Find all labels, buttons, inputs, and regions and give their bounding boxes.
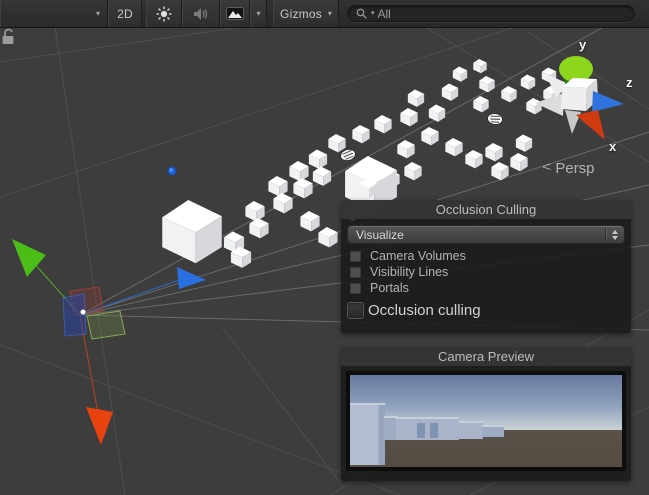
preview-building <box>350 403 385 466</box>
audio-toggle-button[interactable] <box>182 0 220 27</box>
occlusion-culling-checkbox[interactable] <box>347 302 364 319</box>
effects-dropdown-button[interactable]: ▾ <box>250 0 267 27</box>
plane-handle-xy[interactable] <box>87 311 125 339</box>
camera-preview-frame <box>346 371 626 471</box>
gizmo-center-cube[interactable] <box>561 87 587 111</box>
persp-label: Persp <box>555 160 594 177</box>
2d-toggle-button[interactable]: 2D <box>108 0 142 27</box>
checkbox[interactable] <box>350 267 361 278</box>
camera-preview-panel: Camera Preview <box>341 347 631 481</box>
camera-preview-header: Camera Preview <box>341 347 631 366</box>
grid-line <box>0 27 560 197</box>
scene-toolbar: ▾ 2D <box>0 0 649 28</box>
grid-line <box>55 27 125 495</box>
grid-line <box>222 327 345 489</box>
occlusion-option-row[interactable]: Camera Volumes <box>341 248 631 264</box>
camera-preview-image <box>350 375 622 467</box>
image-effects-icon <box>226 7 244 20</box>
gizmos-dropdown-button[interactable]: Gizmos ▾ <box>273 0 339 27</box>
axis-z-label[interactable]: z <box>626 75 633 90</box>
magnifier-icon <box>356 8 368 20</box>
chevron-down-icon: ▾ <box>328 10 332 18</box>
search-input[interactable] <box>378 7 626 21</box>
gizmo-cone-y-cap[interactable] <box>559 56 593 82</box>
unity-scene-view: { "toolbar": { "draw_mode": {"caret": "▾… <box>0 0 649 495</box>
gizmo-cone-z[interactable] <box>592 91 624 112</box>
occlusion-culling-label: Occlusion culling <box>368 302 481 319</box>
effects-toggle-button[interactable] <box>220 0 250 27</box>
gizmo-cone-x[interactable] <box>576 110 605 140</box>
hand-cursor-icon <box>487 112 504 125</box>
occlusion-panel-header: Occlusion Culling <box>341 200 631 219</box>
preview-building <box>482 425 504 437</box>
preview-doorway <box>430 423 438 438</box>
checkbox[interactable] <box>350 283 361 294</box>
persp-arrow-icon: < <box>542 161 551 175</box>
padlock-open-icon[interactable] <box>0 27 17 45</box>
move-handle-center[interactable] <box>81 310 86 315</box>
preview-doorway <box>417 423 425 438</box>
occlusion-checkbox-list: Camera Volumes Visibility Lines Portals <box>341 248 631 296</box>
move-handle-z-cone[interactable] <box>177 267 206 289</box>
grid-line <box>0 345 400 495</box>
gizmos-label: Gizmos <box>280 7 322 21</box>
gizmo-cone-white[interactable] <box>565 110 581 134</box>
camera-preview-title: Camera Preview <box>438 349 534 364</box>
speaker-icon <box>193 7 210 21</box>
checkbox[interactable] <box>350 251 361 262</box>
lighting-toggle-button[interactable] <box>146 0 182 27</box>
visualize-dropdown[interactable]: Visualize <box>347 225 625 244</box>
search-filter-caret-icon: ▾ <box>371 10 375 17</box>
grid-line <box>0 27 310 62</box>
chevron-down-icon: ▾ <box>96 10 100 18</box>
checkbox-label: Camera Volumes <box>370 249 466 263</box>
checkbox-label: Portals <box>370 281 409 295</box>
sun-icon <box>156 6 172 22</box>
preview-building <box>459 421 483 439</box>
projection-mode-toggle[interactable]: < Persp <box>542 159 595 177</box>
chevron-down-icon: ▾ <box>256 10 260 18</box>
occlusion-culling-panel: Occlusion Culling Visualize Camera Volum… <box>341 200 631 333</box>
dropdown-divider <box>605 228 606 241</box>
light-gizmo-dot-highlight <box>169 168 172 171</box>
preview-building <box>396 417 459 439</box>
plane-handle-yz[interactable] <box>63 294 86 336</box>
2d-label: 2D <box>117 7 133 21</box>
visualize-dropdown-value: Visualize <box>356 228 404 242</box>
occlusion-panel-title: Occlusion Culling <box>436 202 536 217</box>
draw-mode-dropdown[interactable]: ▾ <box>0 0 108 27</box>
occlusion-option-row[interactable]: Visibility Lines <box>341 264 631 280</box>
occlusion-option-row[interactable]: Portals <box>341 280 631 296</box>
checkbox-label: Visibility Lines <box>370 265 448 279</box>
axis-y-label[interactable]: y <box>579 37 586 52</box>
move-handle-x-cone[interactable] <box>86 407 113 445</box>
occlusion-culling-toggle[interactable]: Occlusion culling <box>347 302 631 319</box>
axis-x-label[interactable]: x <box>609 139 616 154</box>
dropdown-updown-icon <box>612 230 618 240</box>
scene-search-field[interactable]: ▾ <box>347 5 635 22</box>
